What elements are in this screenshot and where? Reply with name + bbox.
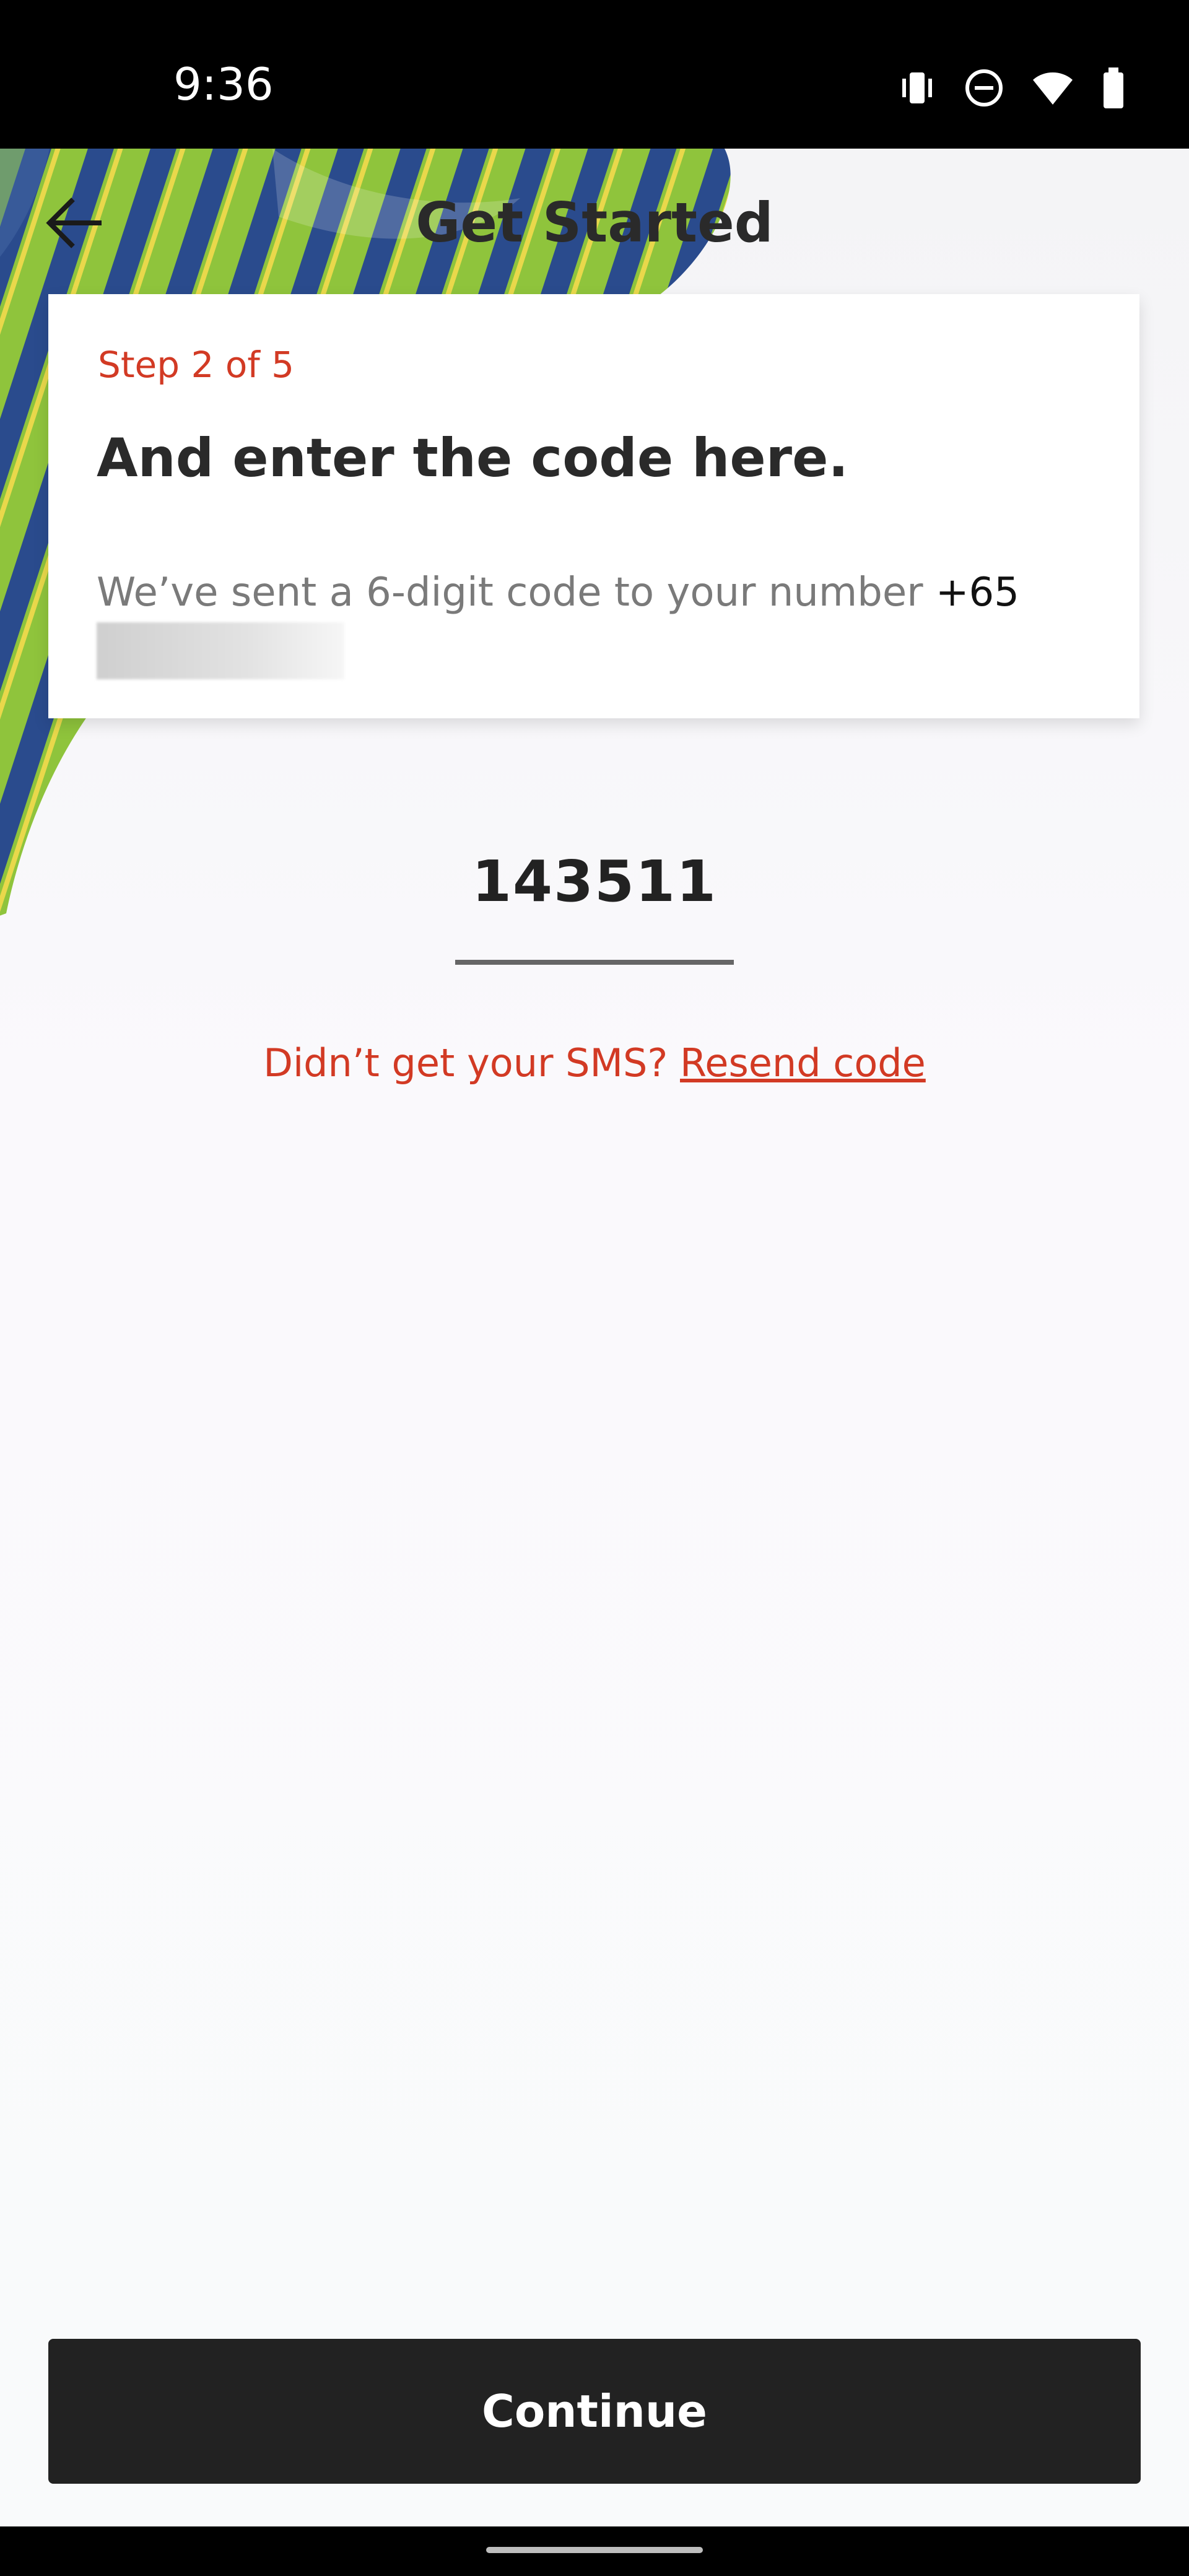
resend-prompt: Didn’t get your SMS? xyxy=(263,1040,668,1086)
resend-code-link[interactable]: Resend code xyxy=(680,1040,926,1086)
card-headline: And enter the code here. xyxy=(97,427,849,489)
step-indicator: Step 2 of 5 xyxy=(98,344,295,386)
top-bar: Get Started xyxy=(0,149,1189,297)
wifi-icon xyxy=(1029,66,1076,112)
get-started-screen: Get Started Step 2 of 5 And enter the co… xyxy=(0,149,1189,2526)
vibrate-icon xyxy=(895,66,939,112)
do-not-disturb-icon xyxy=(962,66,1006,112)
page-title: Get Started xyxy=(416,191,773,255)
home-indicator[interactable] xyxy=(486,2547,703,2553)
battery-icon xyxy=(1100,65,1127,113)
card-description: We’ve sent a 6-digit code to your number… xyxy=(97,567,1087,619)
navigation-bar xyxy=(0,2526,1189,2576)
step-card: Step 2 of 5 And enter the code here. We’… xyxy=(48,294,1139,718)
continue-button[interactable]: Continue xyxy=(48,2339,1141,2484)
description-text: We’ve sent a 6-digit code to your number xyxy=(97,570,923,616)
status-time: 9:36 xyxy=(173,58,274,110)
phone-prefix: +65 xyxy=(935,570,1019,616)
status-icons xyxy=(895,65,1127,113)
status-bar: 9:36 xyxy=(0,0,1189,149)
verification-code-input[interactable]: 143511 xyxy=(0,848,1189,915)
resend-row: Didn’t get your SMS? Resend code xyxy=(0,1040,1189,1086)
phone-number-redacted xyxy=(97,622,344,679)
code-underline xyxy=(455,960,734,965)
